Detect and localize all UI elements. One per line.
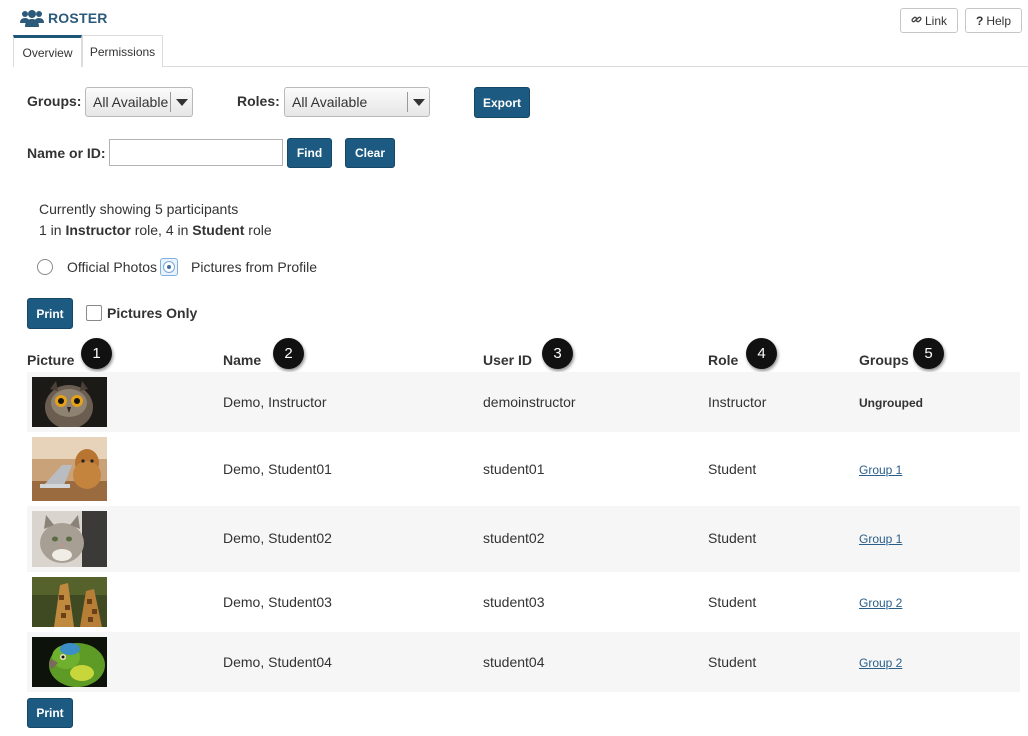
clear-button[interactable]: Clear bbox=[345, 138, 395, 168]
participant-user-id: demoinstructor bbox=[483, 394, 576, 410]
link-button-label: Link bbox=[924, 13, 947, 28]
participant-groups: Ungrouped bbox=[859, 396, 923, 410]
select-separator bbox=[407, 92, 408, 112]
role-breakdown-text: 1 in bbox=[39, 222, 66, 238]
link-icon bbox=[911, 14, 922, 28]
help-icon: ? bbox=[975, 13, 984, 28]
official-photos-radio[interactable] bbox=[37, 259, 53, 275]
giraffe-photo bbox=[32, 577, 107, 627]
pictures-only-checkbox[interactable] bbox=[86, 305, 102, 321]
column-header-role[interactable]: Role bbox=[708, 352, 738, 368]
radio-dot bbox=[167, 265, 171, 269]
participant-role: Student bbox=[708, 654, 757, 670]
dog-with-laptop-photo bbox=[32, 437, 107, 501]
groups-select-value: All Available bbox=[93, 94, 169, 110]
pictures-from-profile-label: Pictures from Profile bbox=[191, 259, 318, 275]
parrot-photo bbox=[32, 637, 107, 687]
column-header-name[interactable]: Name bbox=[223, 352, 261, 368]
print-button-bottom[interactable]: Print bbox=[27, 698, 73, 728]
group-link[interactable]: Group 1 bbox=[859, 463, 902, 477]
chevron-down-icon bbox=[176, 99, 188, 106]
participant-count: Currently showing 5 participants bbox=[39, 201, 239, 217]
tool-title: ROSTER bbox=[20, 7, 108, 29]
participant-name[interactable]: Demo, Student01 bbox=[223, 461, 332, 477]
participant-user-id: student02 bbox=[483, 530, 545, 546]
participant-role: Student bbox=[708, 461, 757, 477]
participant-role: Student bbox=[708, 594, 757, 610]
participant-role: Instructor bbox=[708, 394, 767, 410]
tab-overview[interactable]: Overview bbox=[13, 35, 82, 67]
callout-badge: 4 bbox=[746, 338, 777, 369]
cat-photo bbox=[32, 511, 107, 567]
role-breakdown: 1 in Instructor role, 4 in Student role bbox=[39, 222, 272, 238]
group-link[interactable]: Group 1 bbox=[859, 532, 902, 546]
role-breakdown-text: role, 4 in bbox=[130, 222, 193, 238]
group-link[interactable]: Group 2 bbox=[859, 596, 902, 610]
role-student: Student bbox=[192, 222, 245, 238]
group-link[interactable]: Group 2 bbox=[859, 656, 902, 670]
name-or-id-input[interactable] bbox=[109, 139, 283, 166]
participant-name[interactable]: Demo, Student04 bbox=[223, 654, 332, 670]
column-header-picture[interactable]: Picture bbox=[27, 352, 74, 368]
page-title: ROSTER bbox=[48, 10, 108, 26]
participant-name[interactable]: Demo, Student02 bbox=[223, 530, 332, 546]
column-header-groups[interactable]: Groups bbox=[859, 352, 909, 368]
link-button[interactable]: Link bbox=[900, 8, 958, 33]
roles-select[interactable]: All Available bbox=[284, 87, 430, 117]
roles-select-value: All Available bbox=[292, 94, 368, 110]
help-button-label: Help bbox=[986, 13, 1012, 28]
roles-label: Roles: bbox=[237, 93, 280, 109]
pictures-only-label: Pictures Only bbox=[107, 305, 198, 321]
participant-user-id: student01 bbox=[483, 461, 545, 477]
select-separator bbox=[170, 92, 171, 112]
tabs-divider bbox=[13, 66, 1028, 67]
official-photos-label: Official Photos bbox=[67, 259, 158, 275]
tab-overview-label: Overview bbox=[22, 45, 73, 60]
users-icon bbox=[20, 9, 44, 27]
column-header-user-id[interactable]: User ID bbox=[483, 352, 532, 368]
role-instructor: Instructor bbox=[65, 222, 131, 238]
groups-select[interactable]: All Available bbox=[85, 87, 193, 117]
tab-permissions-label: Permissions bbox=[89, 44, 156, 59]
callout-badge: 3 bbox=[542, 338, 573, 369]
participant-name[interactable]: Demo, Student03 bbox=[223, 594, 332, 610]
export-button[interactable]: Export bbox=[474, 87, 530, 118]
participant-user-id: student04 bbox=[483, 654, 545, 670]
callout-badge: 2 bbox=[273, 338, 304, 369]
participant-role: Student bbox=[708, 530, 757, 546]
callout-badge: 5 bbox=[913, 338, 944, 369]
callout-badge: 1 bbox=[81, 338, 112, 369]
help-button[interactable]: ? Help bbox=[965, 8, 1022, 33]
find-button[interactable]: Find bbox=[287, 138, 332, 168]
name-or-id-label: Name or ID: bbox=[27, 145, 106, 161]
tab-permissions[interactable]: Permissions bbox=[82, 35, 163, 67]
role-breakdown-text: role bbox=[244, 222, 272, 238]
print-button-top[interactable]: Print bbox=[27, 298, 73, 329]
owl-photo bbox=[32, 377, 107, 427]
chevron-down-icon bbox=[413, 99, 425, 106]
participant-name[interactable]: Demo, Instructor bbox=[223, 394, 326, 410]
pictures-from-profile-radio[interactable] bbox=[160, 258, 178, 276]
participant-user-id: student03 bbox=[483, 594, 545, 610]
groups-label: Groups: bbox=[27, 93, 82, 109]
radio-ring bbox=[163, 261, 175, 273]
